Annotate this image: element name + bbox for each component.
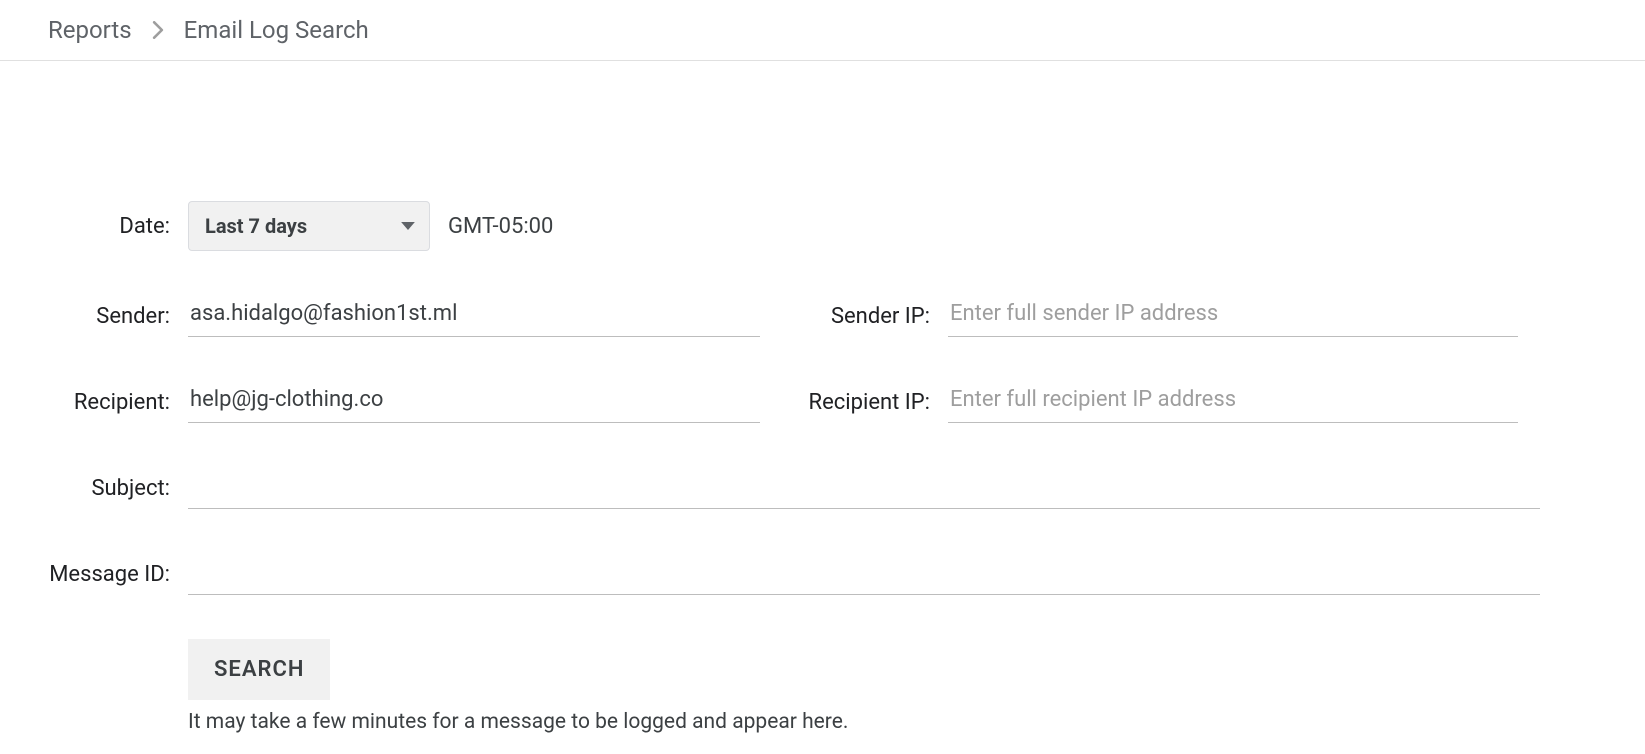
recipient-ip-label: Recipient IP: [800,390,948,415]
sender-ip-input[interactable] [948,295,1518,337]
date-range-selected: Last 7 days [205,214,307,238]
caret-down-icon [401,222,415,230]
subject-input[interactable] [188,467,1540,509]
search-form: Date: Last 7 days GMT-05:00 Sender: Send… [0,61,1645,754]
recipient-label: Recipient: [20,390,188,415]
breadcrumb: Reports Email Log Search [0,0,1645,61]
search-hint-text: It may take a few minutes for a message … [188,710,1597,734]
message-id-label: Message ID: [20,562,188,587]
breadcrumb-parent-link[interactable]: Reports [48,16,132,44]
recipient-input[interactable] [188,381,760,423]
message-id-input[interactable] [188,553,1540,595]
search-button[interactable]: SEARCH [188,639,330,700]
date-label: Date: [20,214,188,239]
chevron-right-icon [152,21,164,39]
date-range-dropdown[interactable]: Last 7 days [188,201,430,251]
subject-label: Subject: [20,476,188,501]
sender-ip-label: Sender IP: [800,304,948,329]
timezone-text: GMT-05:00 [448,214,553,239]
sender-label: Sender: [20,304,188,329]
breadcrumb-current: Email Log Search [184,16,369,44]
sender-input[interactable] [188,295,760,337]
recipient-ip-input[interactable] [948,381,1518,423]
